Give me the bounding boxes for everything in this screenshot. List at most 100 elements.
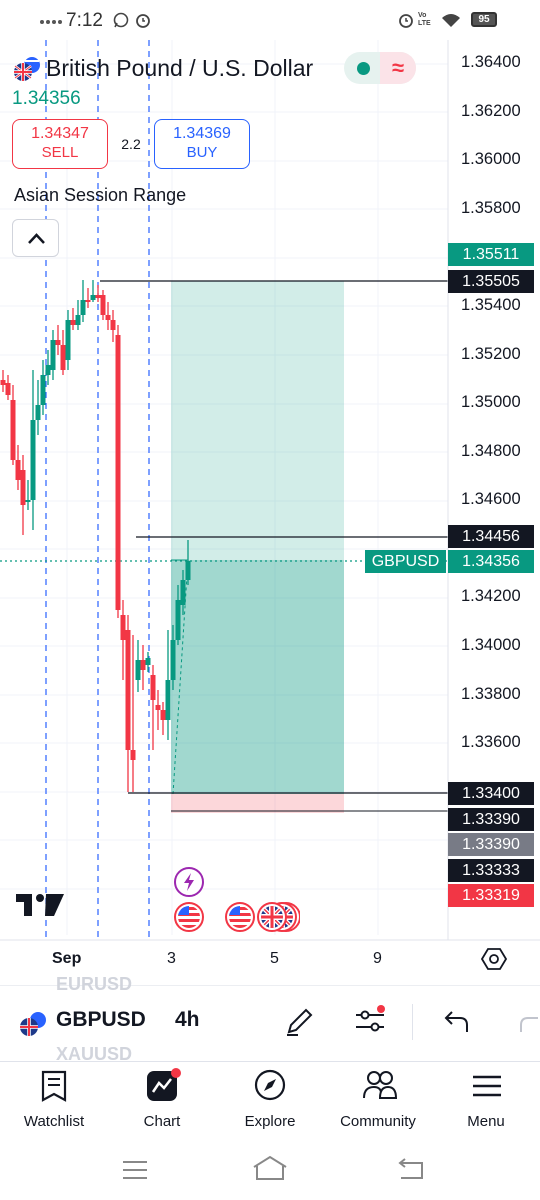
back-icon[interactable] [396,1157,426,1181]
candle-body [120,615,126,640]
wifi-icon [442,14,460,27]
spread-value: 2.2 [121,136,141,152]
position-stop-zone[interactable] [171,794,344,813]
market-status-toggle[interactable]: ≈ [344,52,416,84]
gbp-usd-flag-icon [14,57,40,81]
candle-body [180,580,186,605]
price-tag: 1.33333 [448,859,534,882]
system-navigation-bar [0,1141,540,1200]
axis-tick-label: 1.33600 [461,733,521,751]
candle-body [20,470,26,505]
axis-tick-label: 1.35400 [461,296,521,314]
watchlist-icon [41,1070,67,1102]
toolbar-divider [412,1004,413,1040]
candle-body [80,300,86,315]
axis-tick-label: 1.34000 [461,636,521,654]
buy-label: BUY [186,144,218,161]
position-profit-zone[interactable] [171,560,344,794]
lightning-event-icon[interactable] [173,866,205,898]
community-icon [363,1071,398,1099]
candle-body [165,680,171,720]
alarm-icon [136,14,150,28]
candle-body [60,345,66,370]
recent-apps-icon[interactable] [120,1159,150,1181]
axis-tick-label: 1.35200 [461,345,521,363]
clock: 7:12 [66,10,103,31]
previous-symbol[interactable]: EURUSD [56,974,132,995]
candle-body [35,405,41,420]
candle-body [25,500,31,502]
price-tag: 1.33390 [448,808,534,831]
nav-explore[interactable]: Explore [216,1062,324,1142]
candlesticks[interactable] [0,280,191,792]
wave-icon[interactable]: ≈ [380,52,416,84]
candle-body [45,365,51,375]
time-axis-label: Sep [52,950,82,967]
axis-tick-label: 1.34200 [461,587,521,605]
tradingview-logo[interactable] [16,894,64,918]
candle-body [55,340,61,345]
volte-badge: Vo LTE [418,12,431,27]
nav-watchlist[interactable]: Watchlist [0,1062,108,1142]
time-axis-label: 3 [167,950,176,967]
nav-menu[interactable]: Menu [432,1062,540,1142]
signal-dots-icon [40,20,62,24]
undo-icon[interactable] [442,1008,470,1036]
last-price: 1.34356 [12,88,81,109]
nav-label: Menu [467,1113,505,1130]
candle-body [5,383,11,395]
candle-body [30,420,36,500]
price-tag: 1.33390 [448,833,534,856]
indicators-settings-icon[interactable] [353,1003,387,1037]
compass-icon [254,1069,286,1101]
collapse-indicators-button[interactable] [12,219,59,257]
interval-selector[interactable]: 4h [175,1008,200,1032]
candle-body [125,630,131,750]
redo-icon[interactable] [516,1008,540,1036]
nav-chart[interactable]: Chart [108,1062,216,1142]
sell-price: 1.34347 [31,125,89,142]
buy-button[interactable]: 1.34369 BUY [154,119,250,169]
time-axis-label: 5 [270,950,279,967]
candle-body [185,561,191,580]
axis-tick-label: 1.33800 [461,685,521,703]
candle-body [75,315,81,325]
candle-body [115,335,121,610]
candle-body [145,658,151,665]
nav-community[interactable]: Community [324,1062,432,1142]
candle-body [155,705,161,710]
candle-body [150,675,156,700]
nav-label: Chart [143,1113,181,1130]
candle-body [65,320,71,360]
axis-tick-label: 1.36000 [461,150,521,168]
usd-flag-event-icon[interactable] [173,901,205,933]
drawing-pencil-icon[interactable] [284,1005,316,1037]
home-icon[interactable] [251,1155,289,1181]
indicator-label[interactable]: Asian Session Range [14,185,186,206]
nav-label: Community [340,1113,416,1130]
candle-body [70,320,76,325]
nav-label: Explore [244,1113,296,1130]
battery-indicator: 95 [471,12,497,27]
candle-body [170,640,176,680]
sell-button[interactable]: 1.34347 SELL [12,119,108,169]
session-separators [45,40,150,940]
price-tag: 1.35511 [448,243,534,266]
candle-body [100,295,106,315]
chart-settings-icon[interactable] [481,946,507,972]
usd-flag-event-icon[interactable] [224,901,256,933]
nav-label: Watchlist [23,1113,85,1130]
candle-body [10,400,16,460]
axis-tick-label: 1.34600 [461,490,521,508]
position-target-zone[interactable] [171,281,344,560]
gbp-flag-event-icon[interactable] [256,901,288,933]
price-tag: 1.34356 [448,550,534,573]
symbol-selector[interactable]: GBPUSD [56,1008,146,1032]
symbol-title[interactable]: British Pound / U.S. Dollar [46,55,313,82]
price-tag: 1.33319 [448,884,534,907]
axis-tick-label: 1.34800 [461,442,521,460]
candle-body [50,340,56,370]
symbol-price-tag: GBPUSD [365,550,446,573]
chart-icon [147,1068,181,1101]
buy-price: 1.34369 [173,125,231,142]
